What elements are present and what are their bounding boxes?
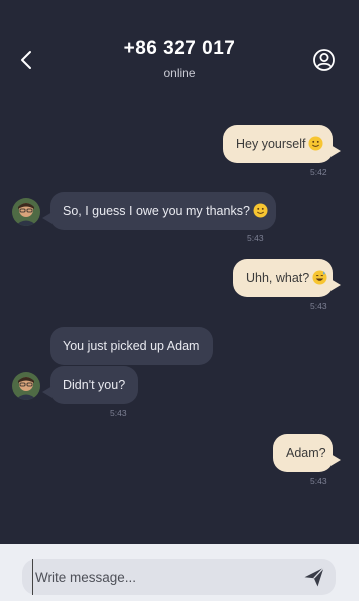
send-button[interactable] <box>302 565 326 589</box>
avatar-image <box>12 198 40 226</box>
message-composer <box>0 544 359 601</box>
message-input-wrapper <box>22 559 336 595</box>
message-time: 5:43 <box>110 408 127 418</box>
contact-avatar[interactable] <box>12 372 40 400</box>
message-text: Hey yourself <box>236 137 306 151</box>
avatar-image <box>12 372 40 400</box>
chat-header: +86 327 017 online <box>0 0 359 100</box>
message-time: 5:43 <box>310 301 327 311</box>
message-time: 5:43 <box>247 233 264 243</box>
slightly-smiling-face-icon <box>308 136 324 151</box>
message-time: 5:42 <box>310 167 327 177</box>
message-text: Adam? <box>286 446 326 460</box>
message-bubble-outgoing[interactable]: Hey yourself <box>223 125 341 163</box>
message-text: Didn't you? <box>63 378 126 392</box>
message-bubble-incoming[interactable]: So, I guess I owe you my thanks? <box>42 192 276 230</box>
grinning-face-with-sweat-icon <box>312 270 327 285</box>
message-time: 5:43 <box>310 476 327 486</box>
contact-title: +86 327 017 <box>123 38 236 59</box>
user-circle-icon <box>313 49 335 71</box>
send-icon <box>304 567 324 587</box>
message-text: So, I guess I owe you my thanks? <box>63 204 250 218</box>
message-bubble-incoming[interactable]: You just picked up Adam <box>50 327 213 365</box>
message-bubble-outgoing[interactable]: Adam? <box>273 434 341 472</box>
profile-button[interactable] <box>312 48 336 72</box>
contact-status: online <box>163 66 196 80</box>
message-bubble-incoming[interactable]: Didn't you? <box>42 366 138 404</box>
contact-avatar[interactable] <box>12 198 40 226</box>
message-bubble-outgoing[interactable]: Uhh, what? <box>233 259 341 297</box>
message-text: Uhh, what? <box>246 271 310 285</box>
message-text: You just picked up Adam <box>63 339 200 353</box>
message-input[interactable] <box>32 559 292 595</box>
slightly-smiling-face-icon <box>253 203 268 218</box>
